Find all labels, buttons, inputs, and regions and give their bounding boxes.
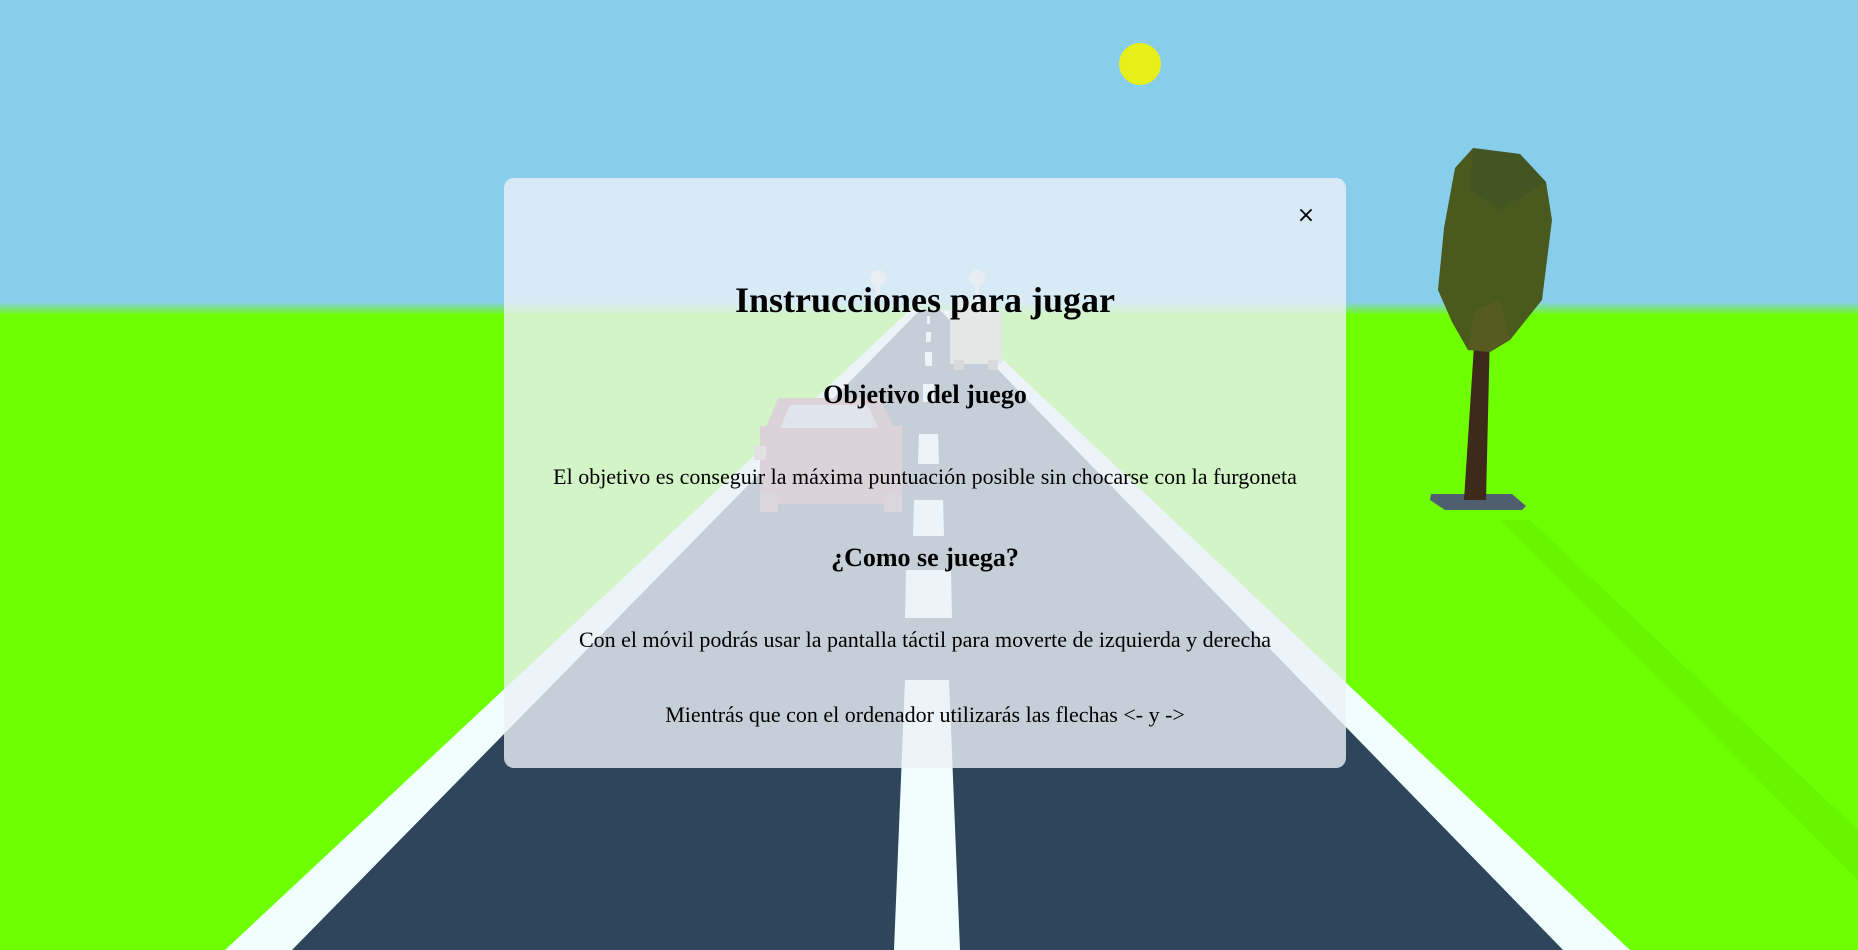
how-to-play-heading: ¿Como se juega? (831, 543, 1019, 572)
close-button[interactable]: × (1292, 202, 1320, 230)
modal-title: Instrucciones para jugar (735, 280, 1115, 320)
desktop-controls-text: Mientrás que con el ordenador utilizarás… (665, 702, 1185, 727)
instructions-modal: × Instrucciones para jugar Objetivo del … (504, 178, 1346, 768)
sun-icon (1119, 43, 1161, 85)
mobile-controls-text: Con el móvil podrás usar la pantalla tác… (578, 627, 1272, 652)
objective-heading: Objetivo del juego (823, 380, 1027, 409)
objective-text: El objetivo es conseguir la máxima puntu… (553, 464, 1297, 489)
